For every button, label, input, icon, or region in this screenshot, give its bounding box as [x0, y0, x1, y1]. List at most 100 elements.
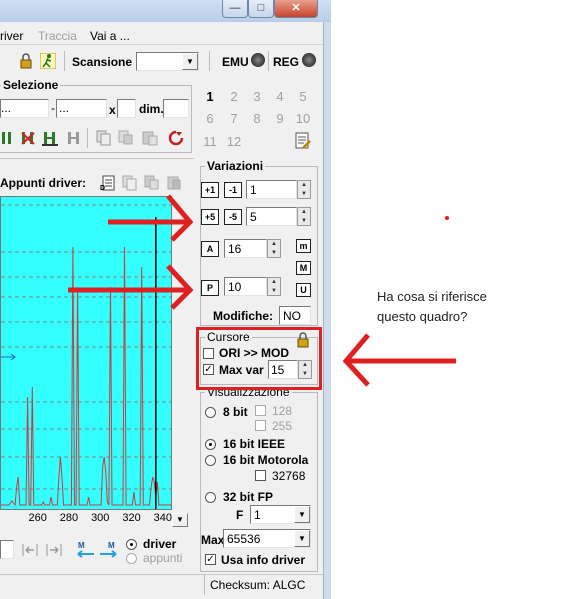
- a-value-icon[interactable]: A: [201, 241, 219, 257]
- table-4-button[interactable]: 4: [270, 89, 290, 104]
- mark-start-icon[interactable]: [0, 130, 14, 146]
- driver-radio[interactable]: [126, 539, 137, 550]
- clipboard-clear-icon[interactable]: [166, 175, 182, 191]
- table-12-button[interactable]: 12: [224, 134, 244, 149]
- a-value-spinner[interactable]: ▲ ▼: [267, 239, 281, 258]
- chevron-down-icon[interactable]: ▼: [294, 530, 310, 547]
- table-1-button[interactable]: 1: [200, 89, 220, 104]
- minimize-button[interactable]: —: [222, 0, 248, 18]
- separator: [64, 51, 65, 71]
- step-1-spinner[interactable]: ▲ ▼: [297, 180, 311, 199]
- table-selector-panel: 1 2 3 4 5 6 7 8 9 10 11 12: [196, 84, 318, 154]
- scansione-select[interactable]: ▼: [136, 52, 199, 71]
- table-10-button[interactable]: 10: [293, 111, 313, 126]
- label-32bit-fp: 32 bit FP: [223, 490, 274, 504]
- maximize-button[interactable]: □: [248, 0, 274, 18]
- table-8-button[interactable]: 8: [247, 111, 267, 126]
- minus-1-icon[interactable]: -1: [224, 182, 242, 198]
- clipboard-paste-icon[interactable]: [144, 175, 160, 191]
- m-upper-icon[interactable]: M: [296, 261, 311, 275]
- copy-alt-icon[interactable]: [118, 130, 134, 146]
- p-value-field[interactable]: 10: [224, 277, 267, 296]
- step-5-field[interactable]: 5: [246, 207, 297, 226]
- scroll-down-icon[interactable]: ▼: [172, 513, 188, 527]
- swap-direction-icon[interactable]: MM: [76, 539, 120, 561]
- table-3-button[interactable]: 3: [247, 89, 267, 104]
- p-value-spinner[interactable]: ▲ ▼: [267, 277, 281, 296]
- delete-mark-icon[interactable]: [20, 130, 36, 146]
- u-icon[interactable]: U: [296, 283, 311, 297]
- step-1-field[interactable]: 1: [246, 180, 297, 199]
- menu-traccia[interactable]: Traccia: [38, 29, 77, 43]
- modifiche-field: NO: [279, 306, 311, 325]
- selezione-start-field[interactable]: ...: [0, 99, 49, 118]
- m-lower-icon[interactable]: m: [296, 239, 311, 253]
- menu-driver[interactable]: river: [0, 29, 23, 43]
- x-field[interactable]: [117, 99, 136, 118]
- checkbox-32768[interactable]: [255, 470, 266, 481]
- bottom-field[interactable]: [0, 540, 14, 559]
- annotation-dot: [445, 216, 449, 220]
- selezione-end-field[interactable]: ...: [56, 99, 107, 118]
- separator: [209, 51, 210, 71]
- f-select[interactable]: 1 ▼: [250, 505, 311, 524]
- plus-1-icon[interactable]: +1: [201, 182, 219, 198]
- minus-5-icon[interactable]: -5: [224, 209, 242, 225]
- mark-h-icon[interactable]: [42, 130, 58, 146]
- emu-led-icon[interactable]: [251, 53, 265, 67]
- arrow-to-cursore: [342, 333, 456, 387]
- window-border: [323, 22, 331, 599]
- usa-info-label: Usa info driver: [221, 553, 306, 567]
- x-tick-label: 320: [122, 512, 141, 524]
- close-button[interactable]: ✕: [274, 0, 318, 18]
- x-tick-label: 260: [28, 512, 47, 524]
- clipboard-copy-icon[interactable]: [122, 175, 138, 191]
- edit-document-icon[interactable]: [294, 132, 312, 150]
- table-7-button[interactable]: 7: [224, 111, 244, 126]
- mark-gray-icon[interactable]: [66, 130, 82, 146]
- step-5-spinner[interactable]: ▲ ▼: [297, 207, 311, 226]
- p-value-icon[interactable]: P: [201, 280, 219, 296]
- dim-field[interactable]: [163, 99, 189, 118]
- table-2-button[interactable]: 2: [224, 89, 244, 104]
- arrow-to-variazioni-2: [68, 264, 194, 310]
- max-label: Max: [201, 533, 225, 547]
- table-6-button[interactable]: 6: [200, 111, 220, 126]
- radio-8bit[interactable]: [205, 407, 216, 418]
- table-11-button[interactable]: 11: [200, 134, 220, 149]
- run-icon[interactable]: [39, 52, 57, 70]
- chevron-down-icon[interactable]: ▼: [294, 506, 310, 523]
- reg-led-icon[interactable]: [302, 53, 316, 67]
- align-left-icon[interactable]: [22, 543, 38, 557]
- radio-32bit-fp[interactable]: [205, 492, 216, 503]
- table-9-button[interactable]: 9: [270, 111, 290, 126]
- menu-vai-a[interactable]: Vai a ...: [90, 29, 130, 43]
- x-tick-label: 340: [153, 512, 172, 524]
- checkbox-128[interactable]: [255, 405, 266, 416]
- separator: [87, 128, 88, 148]
- usa-info-checkbox[interactable]: ✓: [205, 554, 216, 565]
- dim-label: dim.: [139, 102, 164, 116]
- copy-icon[interactable]: [96, 130, 112, 146]
- appunti-radio-label: appunti: [143, 551, 183, 565]
- selezione-title: Selezione: [1, 78, 61, 92]
- checkbox-255[interactable]: [255, 420, 266, 431]
- lock-icon[interactable]: [18, 53, 34, 69]
- clipboard-driver-icon[interactable]: D: [100, 175, 116, 192]
- range-dash: -: [51, 101, 55, 115]
- a-value-field[interactable]: 16: [224, 239, 267, 258]
- paste-icon[interactable]: [142, 130, 158, 146]
- label-128: 128: [272, 404, 293, 418]
- chevron-down-icon[interactable]: ▼: [182, 53, 198, 70]
- max-select[interactable]: 65536 ▼: [223, 529, 311, 548]
- plus-5-icon[interactable]: +5: [201, 209, 219, 225]
- label-16bit-ieee: 16 bit IEEE: [223, 437, 286, 451]
- radio-16bit-ieee[interactable]: [205, 439, 216, 450]
- refresh-icon[interactable]: [168, 130, 184, 146]
- checksum-text: Checksum: ALGC: [210, 578, 306, 592]
- bottom-controls: MM driver appunti: [0, 537, 196, 567]
- align-right-icon[interactable]: [46, 543, 62, 557]
- appunti-radio[interactable]: [126, 553, 137, 564]
- radio-16bit-motorola[interactable]: [205, 455, 216, 466]
- table-5-button[interactable]: 5: [293, 89, 313, 104]
